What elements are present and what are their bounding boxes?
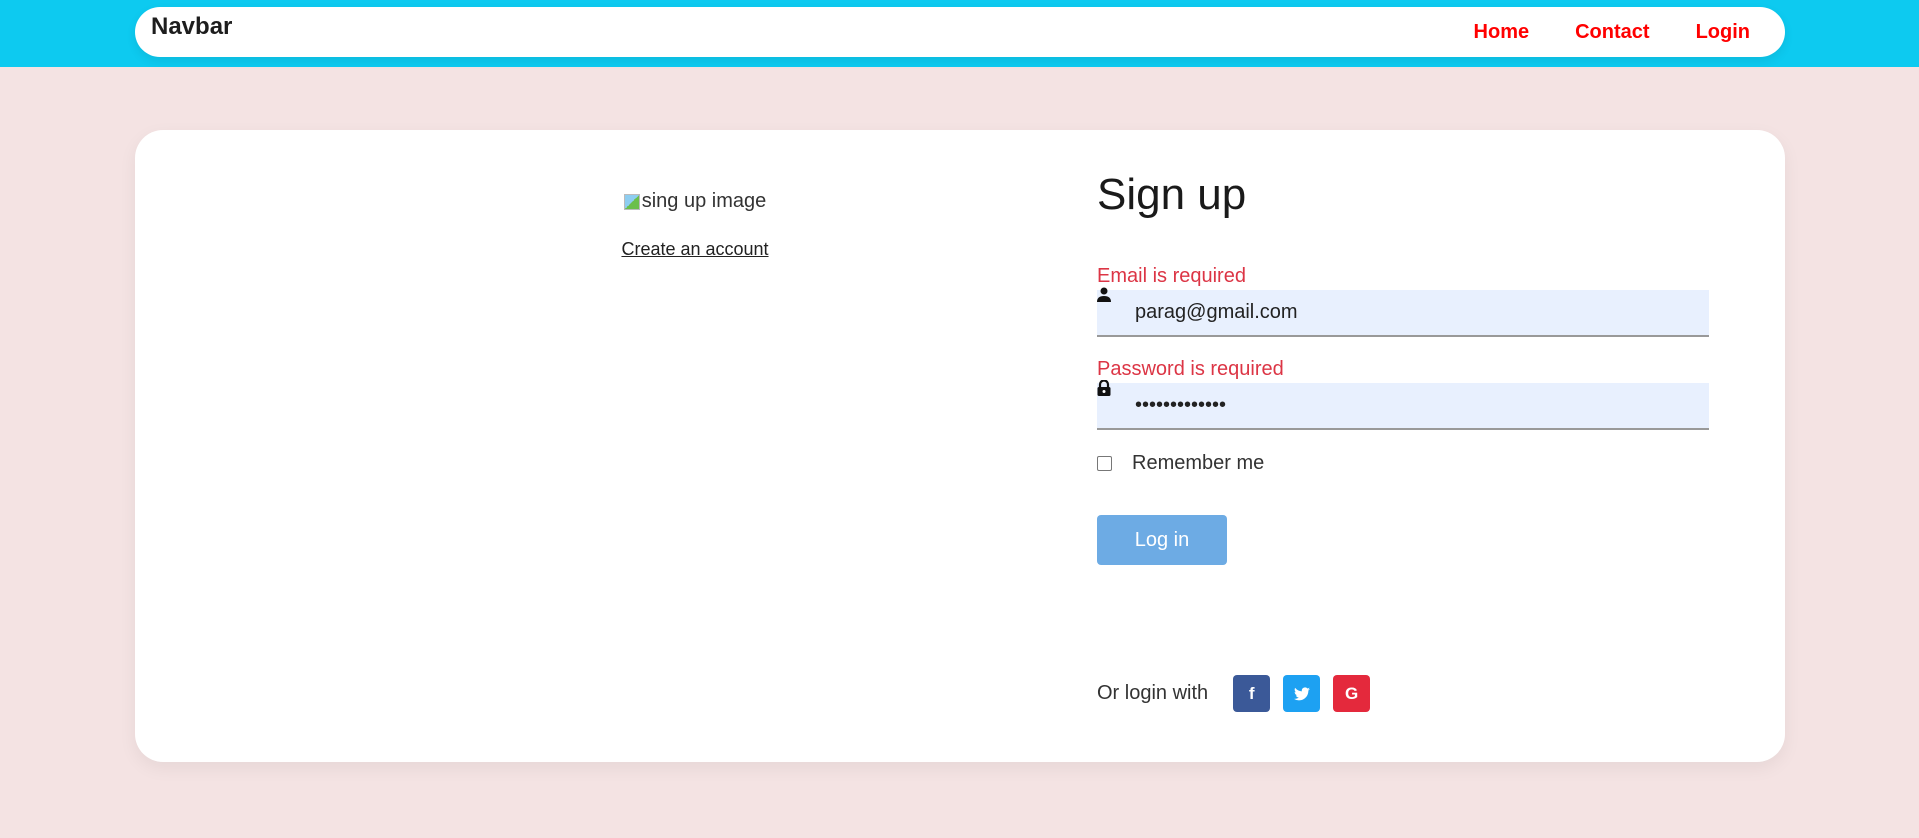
signup-image: sing up image: [623, 190, 767, 213]
lock-icon: [1097, 380, 1111, 396]
nav-link-home[interactable]: Home: [1474, 21, 1530, 44]
google-icon: G: [1345, 683, 1359, 703]
signup-image-alt: sing up image: [641, 190, 767, 212]
top-bar: Navbar Home Contact Login: [0, 0, 1919, 67]
nav-link-contact[interactable]: Contact: [1575, 21, 1649, 44]
nav-links: Home Contact Login: [1428, 21, 1750, 44]
email-error: Email is required: [1097, 265, 1246, 287]
social-login: Or login with f G: [1097, 675, 1383, 712]
signup-form: Sign up Email is required Password is re…: [1097, 170, 1709, 565]
password-field[interactable]: [1097, 383, 1709, 430]
facebook-button[interactable]: f: [1233, 675, 1271, 712]
page-title: Sign up: [1097, 170, 1247, 219]
twitter-icon: [1293, 686, 1310, 700]
navbar-brand[interactable]: Navbar: [151, 13, 232, 41]
create-account-link[interactable]: Create an account: [575, 239, 815, 260]
facebook-icon: f: [1248, 683, 1255, 703]
google-button[interactable]: G: [1333, 675, 1371, 712]
user-icon: [1097, 287, 1111, 302]
login-button[interactable]: Log in: [1097, 515, 1227, 565]
remember-label: Remember me: [1132, 451, 1265, 474]
broken-image-icon: [623, 193, 640, 210]
signup-card: sing up image Create an account Sign up …: [135, 130, 1785, 762]
navbar: Navbar Home Contact Login: [135, 7, 1785, 57]
email-field[interactable]: [1097, 290, 1709, 337]
password-row: [1097, 380, 1709, 431]
password-error: Password is required: [1097, 358, 1284, 380]
remember-checkbox[interactable]: [1097, 455, 1112, 471]
twitter-button[interactable]: [1283, 675, 1321, 712]
remember-row: Remember me: [1097, 451, 1709, 475]
email-row: [1097, 287, 1709, 338]
image-column: sing up image Create an account: [575, 190, 815, 260]
social-login-label: Or login with: [1097, 682, 1209, 704]
nav-link-login[interactable]: Login: [1696, 21, 1750, 44]
